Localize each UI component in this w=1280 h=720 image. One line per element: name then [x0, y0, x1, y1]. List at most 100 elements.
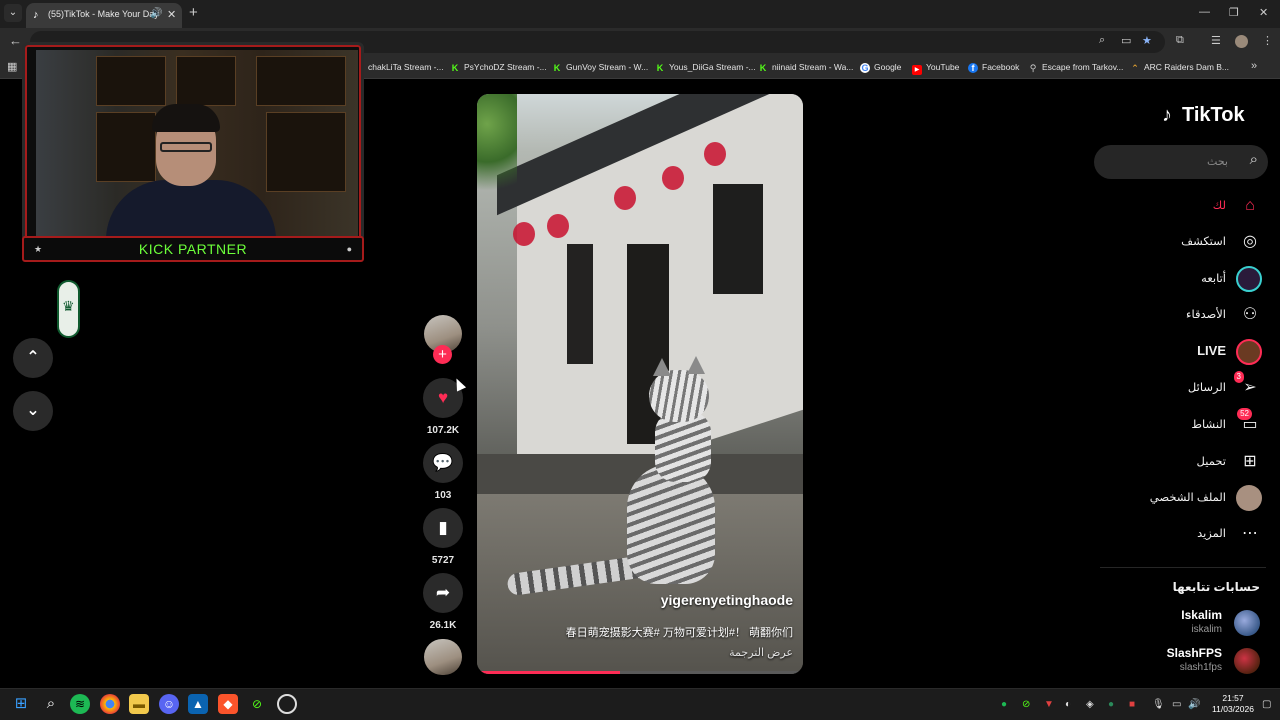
- photos-icon[interactable]: ▲: [188, 694, 208, 714]
- new-tab-button[interactable]: +: [189, 5, 198, 21]
- kick-tray-icon[interactable]: ⊘: [1022, 699, 1030, 710]
- sidebar-item-for-you[interactable]: لك ⌂: [1110, 192, 1266, 220]
- bookmark-item[interactable]: f Facebook: [968, 61, 1019, 73]
- sidebar-item-label: الرسائل: [1187, 382, 1226, 394]
- video-username[interactable]: yigerenyetinghaode: [661, 592, 793, 608]
- extensions-icon[interactable]: ⧉: [1176, 34, 1184, 47]
- following-icon: [1236, 266, 1262, 292]
- windows-start-icon[interactable]: ⊞: [11, 694, 31, 714]
- bookmark-label: Escape from Tarkov...: [1042, 62, 1124, 72]
- bookmark-label: YouTube: [926, 62, 960, 72]
- network-icon[interactable]: ▭: [1172, 699, 1181, 710]
- browser-menu-icon[interactable]: ⋮: [1262, 34, 1273, 47]
- steam-tray-icon[interactable]: ◈: [1086, 699, 1094, 710]
- kick-icon: K: [759, 63, 767, 73]
- sidebar-item-live[interactable]: LIVE: [1110, 338, 1266, 366]
- webcam-overlay: ★ KICK PARTNER ●: [14, 42, 372, 266]
- chrome-icon[interactable]: [100, 694, 120, 714]
- bookmark-item[interactable]: ⌃ ARC Raiders Dam B...: [1130, 61, 1229, 73]
- sidebar-item-messages[interactable]: الرسائل ➢ 3: [1110, 371, 1266, 402]
- bookmark-item[interactable]: ▶ YouTube: [912, 61, 960, 75]
- taskbar-clock[interactable]: 21:57 11/03/2026: [1208, 693, 1258, 715]
- video-player[interactable]: yigerenyetinghaode 春日萌宠摄影大赛# 万物可爱计划#！ 萌翻…: [477, 94, 803, 674]
- bookmark-item[interactable]: chakLiTa Stream -...: [368, 61, 444, 73]
- bookmark-item[interactable]: Kniinaid Stream - Wa...: [758, 61, 854, 73]
- search-taskbar-icon[interactable]: ⌕: [41, 694, 61, 714]
- bookmark-star-icon[interactable]: ★: [1142, 34, 1152, 47]
- notifications-icon[interactable]: ▢: [1262, 699, 1271, 710]
- kick-app-icon[interactable]: ⊘: [247, 694, 267, 714]
- zoom-icon[interactable]: ⌕: [1099, 34, 1105, 47]
- account-avatar: [1234, 648, 1260, 674]
- streamer-body: [106, 180, 276, 236]
- search-input[interactable]: بحث ⌕: [1094, 145, 1268, 179]
- sidebar-item-activity[interactable]: النشاط ▭ 52: [1110, 408, 1266, 439]
- bookmark-item[interactable]: G Google: [860, 61, 901, 73]
- tab-search-menu-icon[interactable]: ⌄: [4, 4, 22, 22]
- live-icon: [1236, 339, 1262, 365]
- activity-badge: 52: [1237, 408, 1252, 420]
- window-close-icon[interactable]: ✕: [1259, 6, 1268, 19]
- volume-icon[interactable]: 🔊: [1188, 699, 1200, 710]
- brave-icon[interactable]: ◆: [218, 694, 238, 714]
- record-tray-icon[interactable]: ■: [1129, 699, 1135, 710]
- share-button[interactable]: ➦: [423, 573, 463, 613]
- tiktok-note-icon: ♪: [1162, 104, 1172, 126]
- minimize-icon[interactable]: —: [1199, 6, 1210, 18]
- sidebar-item-explore[interactable]: استكشف ◎: [1110, 228, 1266, 256]
- following-account[interactable]: SlashFPS slash1fps: [1110, 644, 1266, 680]
- app-icon[interactable]: [277, 694, 297, 714]
- kick-icon: K: [553, 63, 561, 73]
- sidebar-item-label: أتابعه: [1201, 273, 1226, 285]
- streamer-hair: [152, 104, 220, 132]
- comment-button[interactable]: 💬: [423, 443, 463, 483]
- bookmark-item[interactable]: K GunVoy Stream - W...: [552, 61, 648, 73]
- search-icon[interactable]: ⌕: [1250, 151, 1258, 168]
- sidebar-item-more[interactable]: المزيد ⋯: [1110, 520, 1266, 548]
- microphone-icon[interactable]: 🎙: [1152, 699, 1165, 710]
- bookshelf: [96, 56, 166, 106]
- bookmark-item[interactable]: ⚲ Escape from Tarkov...: [1028, 61, 1124, 73]
- lantern-icon: [662, 166, 684, 190]
- see-translation-link[interactable]: عرض الترجمة: [729, 646, 793, 659]
- account-name: Iskalim: [1181, 608, 1222, 622]
- home-icon: ⌂: [1245, 197, 1255, 214]
- friends-icon: ⚇: [1242, 306, 1258, 323]
- spotify-icon[interactable]: ≋: [70, 694, 90, 714]
- profile-avatar-icon[interactable]: [1235, 35, 1248, 48]
- speaker-icon[interactable]: 🔊: [150, 8, 162, 19]
- lantern-icon: [614, 186, 636, 210]
- clock-date: 11/03/2026: [1212, 704, 1254, 714]
- tray-icon[interactable]: ◐: [1065, 699, 1071, 710]
- mic-tray-icon[interactable]: ▼: [1044, 699, 1054, 710]
- sidebar-item-friends[interactable]: الأصدقاء ⚇: [1110, 301, 1266, 329]
- share-count: 26.1K: [429, 620, 457, 631]
- browser-tab-active[interactable]: ♪ (55)TikTok - Make Your Day 🔊 ✕: [26, 3, 182, 28]
- tab-close-icon[interactable]: ✕: [167, 8, 176, 21]
- previous-video-button[interactable]: ⌃: [13, 338, 53, 378]
- search-placeholder: بحث: [1207, 156, 1228, 168]
- bookmark-button[interactable]: ▮: [423, 508, 463, 548]
- bookmark-label: GunVoy Stream - W...: [566, 62, 649, 72]
- restore-icon[interactable]: ❐: [1229, 6, 1239, 19]
- tiktok-logo[interactable]: ♪ TikTok: [1162, 104, 1245, 127]
- sidebar-item-upload[interactable]: تحميل ⊞: [1110, 448, 1266, 476]
- cast-icon[interactable]: ▭: [1121, 34, 1131, 47]
- next-video-button[interactable]: ⌄: [13, 391, 53, 431]
- file-explorer-icon[interactable]: ▬: [129, 694, 149, 714]
- bookmark-item[interactable]: K Yous_DiiGa Stream -...: [655, 61, 756, 73]
- compass-icon: ◎: [1243, 233, 1257, 250]
- follow-plus-icon[interactable]: +: [433, 345, 452, 364]
- media-control-icon[interactable]: ☰: [1211, 34, 1221, 47]
- spotify-tray-icon[interactable]: ●: [1001, 699, 1007, 710]
- sidebar-item-following[interactable]: أتابعه: [1110, 265, 1266, 293]
- video-progress-bar[interactable]: [477, 671, 803, 674]
- sidebar-item-profile[interactable]: الملف الشخصي: [1110, 484, 1266, 512]
- following-account[interactable]: Iskalim iskalim: [1110, 606, 1266, 642]
- bookmarks-overflow-icon[interactable]: »: [1251, 60, 1257, 72]
- sound-avatar[interactable]: [424, 639, 462, 675]
- tray-icon[interactable]: ●: [1108, 699, 1114, 710]
- facebook-icon: f: [968, 63, 978, 73]
- discord-icon[interactable]: ☺: [159, 694, 179, 714]
- bookmark-item[interactable]: K PsYchoDZ Stream -...: [450, 61, 547, 73]
